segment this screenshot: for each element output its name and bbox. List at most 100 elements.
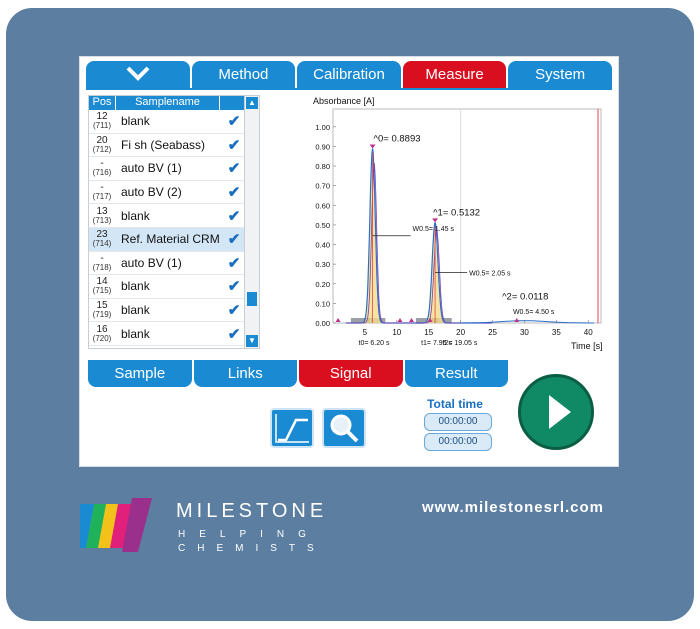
list-item[interactable]: - (718) auto BV (1) ✔: [89, 252, 259, 276]
tab-system[interactable]: System: [508, 61, 612, 88]
y-tick-label: 1.00: [315, 123, 330, 132]
peak-width-label: W0.5= 1.45 s: [413, 226, 455, 233]
y-tick-label: 0.50: [315, 221, 330, 230]
brand-name: MILESTONE: [176, 500, 328, 522]
row-sub: (720): [92, 333, 112, 343]
row-name: blank: [121, 303, 150, 318]
row-name: Ref. Material CRM: [121, 232, 220, 247]
tab-menu[interactable]: [86, 61, 190, 88]
checkmark-icon[interactable]: ✔: [224, 112, 244, 130]
tab-signal[interactable]: Signal: [299, 360, 403, 387]
row-pos: -: [100, 182, 104, 194]
col-pos: Pos: [89, 96, 116, 110]
peak-time-label: t0= 6.20 s: [359, 340, 390, 347]
list-item[interactable]: - (717) auto BV (2) ✔: [89, 181, 259, 205]
y-tick-label: 0.00: [315, 319, 330, 328]
brand-tagline-1: HELPING: [178, 529, 320, 540]
top-tabs: Method Calibration Measure System: [86, 61, 612, 88]
checkmark-icon[interactable]: ✔: [224, 301, 244, 319]
list-scrollbar[interactable]: ▲ ▼: [244, 96, 259, 348]
peak-time-label: t2= 19.05 s: [443, 340, 478, 347]
list-item[interactable]: 14 (715) blank ✔: [89, 275, 259, 299]
total-time-value-2: 00:00:00: [424, 433, 492, 451]
peak-width-label: W0.5= 2.05 s: [469, 271, 511, 278]
checkmark-icon[interactable]: ✔: [224, 159, 244, 177]
checkmark-icon[interactable]: ✔: [224, 136, 244, 154]
list-item[interactable]: 13 (713) blank ✔: [89, 204, 259, 228]
row-name: auto BV (2): [121, 185, 182, 200]
x-tick-label: 35: [552, 328, 561, 337]
bottom-tabs: Sample Links Signal Result: [88, 360, 508, 387]
signal-curve-button[interactable]: [270, 408, 314, 448]
row-name: blank: [121, 208, 150, 223]
x-tick-label: 30: [520, 328, 529, 337]
list-item[interactable]: 12 (711) blank ✔: [89, 110, 259, 134]
checkmark-icon[interactable]: ✔: [224, 254, 244, 272]
row-pos: -: [100, 252, 104, 264]
website-link[interactable]: www.milestonesrl.com: [422, 499, 604, 516]
row-sub: (719): [92, 310, 112, 320]
list-item[interactable]: 20 (712) Fi sh (Seabass) ✔: [89, 134, 259, 158]
row-name: Fi sh (Seabass): [121, 137, 206, 152]
row-sub: (715): [92, 286, 112, 296]
checkmark-icon[interactable]: ✔: [224, 230, 244, 248]
scrollbar-thumb[interactable]: [247, 292, 257, 306]
y-tick-label: 0.90: [315, 142, 330, 151]
y-tick-label: 0.40: [315, 241, 330, 250]
scroll-up-icon[interactable]: ▲: [246, 97, 258, 109]
scroll-down-icon[interactable]: ▼: [246, 335, 258, 347]
x-tick-label: 15: [424, 328, 433, 337]
y-tick-label: 0.60: [315, 201, 330, 210]
row-sub: (713): [92, 215, 112, 225]
chevron-down-icon: [125, 64, 151, 86]
y-tick-label: 0.10: [315, 299, 330, 308]
row-pos: 23: [96, 229, 108, 241]
tab-links[interactable]: Links: [193, 360, 297, 387]
checkmark-icon[interactable]: ✔: [224, 207, 244, 225]
x-tick-label: 10: [392, 328, 401, 337]
list-item[interactable]: 15 (719) blank ✔: [89, 299, 259, 323]
row-name: auto BV (1): [121, 161, 182, 176]
list-item[interactable]: - (716) auto BV (1) ✔: [89, 157, 259, 181]
peak-height-label: ^1= 0.5132: [433, 207, 480, 218]
tab-method[interactable]: Method: [191, 61, 296, 88]
peak-height-label: ^2= 0.0118: [502, 291, 548, 302]
x-tick-label: 5: [363, 328, 368, 337]
y-tick-label: 0.20: [315, 280, 330, 289]
row-sub: (712): [92, 144, 112, 154]
x-axis-label: Time [s]: [571, 341, 603, 351]
zoom-button[interactable]: [322, 408, 366, 448]
checkmark-icon[interactable]: ✔: [224, 325, 244, 343]
curve-icon: [275, 414, 309, 443]
x-tick-label: 40: [584, 328, 593, 337]
tab-result[interactable]: Result: [404, 360, 508, 387]
sample-list-header: Pos Samplename: [89, 96, 259, 110]
list-item-selected[interactable]: 23 (714) Ref. Material CRM ✔: [89, 227, 259, 252]
x-tick-label: 20: [456, 328, 465, 337]
tabs-underline: [86, 88, 612, 90]
tab-calibration[interactable]: Calibration: [297, 61, 401, 88]
tab-measure[interactable]: Measure: [402, 61, 507, 88]
peak-width-label: W0.5= 4.50 s: [513, 309, 555, 316]
row-sub: (718): [92, 262, 112, 272]
y-tick-label: 0.70: [315, 182, 330, 191]
row-sub: (717): [92, 192, 112, 202]
total-time-value-1: 00:00:00: [424, 413, 492, 431]
row-name: blank: [121, 114, 150, 129]
start-button[interactable]: [518, 374, 594, 450]
row-pos: 20: [96, 134, 108, 146]
sample-rows: 12 (711) blank ✔ 20 (712) Fi sh (Seabass) ✔ -(…: [89, 110, 259, 346]
brand-tagline-2: CHEMISTS: [178, 543, 326, 554]
row-pos: 14: [96, 276, 108, 288]
row-pos: 13: [96, 205, 108, 217]
checkmark-icon[interactable]: ✔: [224, 183, 244, 201]
checkmark-icon[interactable]: ✔: [224, 277, 244, 295]
list-item[interactable]: 16 (720) blank ✔: [89, 322, 259, 346]
absorbance-chart: Absorbance [A] Time [s] 0.00 0.10 0.20 0.30 0.…: [313, 96, 603, 351]
y-tick-label: 0.80: [315, 162, 330, 171]
total-time-label: Total time: [427, 397, 483, 411]
row-name: blank: [121, 326, 150, 341]
magnifier-icon: [330, 414, 359, 443]
tab-sample[interactable]: Sample: [88, 360, 192, 387]
y-axis-label: Absorbance [A]: [313, 96, 375, 106]
